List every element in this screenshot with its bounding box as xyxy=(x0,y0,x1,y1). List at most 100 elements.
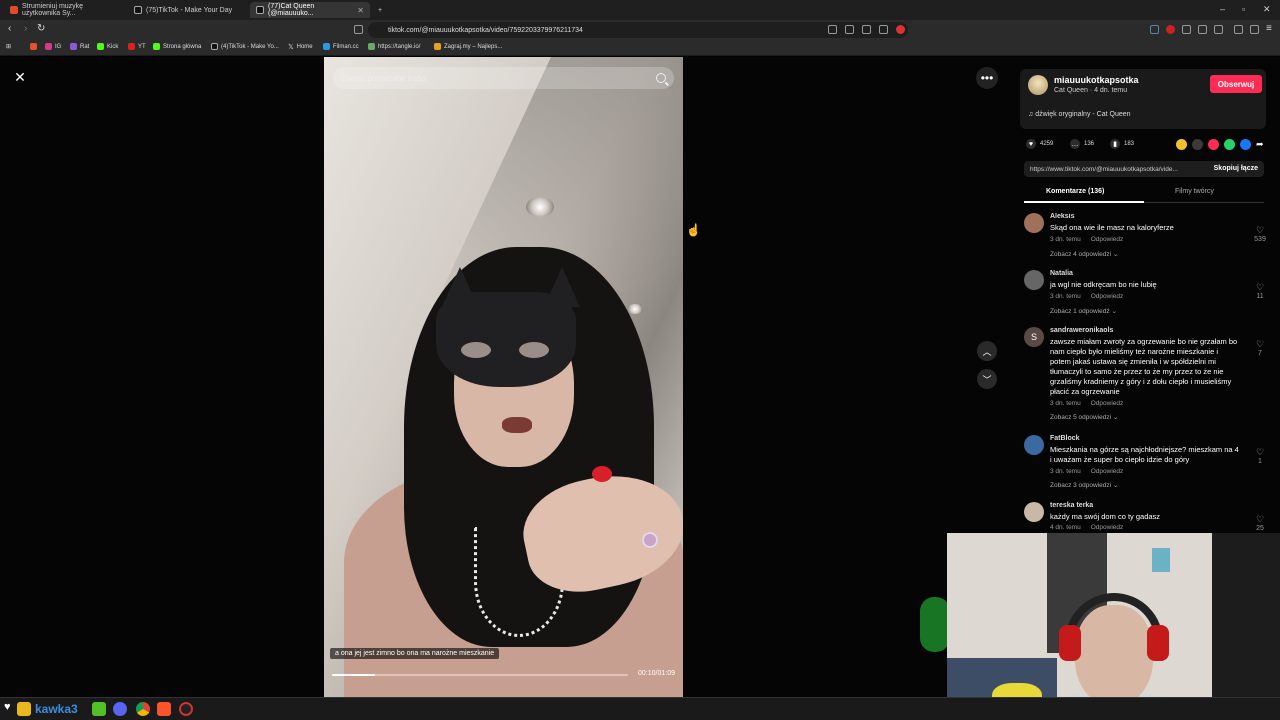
chevron-up-icon[interactable]: ︿ xyxy=(977,341,997,361)
comment-like[interactable]: ♡ 539 xyxy=(1252,225,1268,243)
comment-username[interactable]: Aleksis xyxy=(1050,213,1075,220)
comment-username[interactable]: FatBlock xyxy=(1050,435,1080,442)
close-icon[interactable]: ✕ xyxy=(357,6,364,15)
share-icon[interactable]: ➦ xyxy=(1256,139,1267,150)
bookmark-item[interactable]: https://tangle.io/ xyxy=(368,43,420,50)
share-page-icon[interactable] xyxy=(879,25,888,34)
avatar[interactable] xyxy=(1024,270,1044,290)
webcam-poster xyxy=(1152,548,1170,572)
view-replies-button[interactable]: Zobacz 5 odpowiedzi ⌄ xyxy=(1050,413,1118,421)
avatar[interactable] xyxy=(1028,75,1048,95)
reply-button[interactable]: Odpowiedz xyxy=(1091,468,1124,475)
bookmark-item[interactable]: Strona główna xyxy=(153,43,201,50)
comment-username[interactable]: tereska terka xyxy=(1050,502,1093,509)
author-username[interactable]: miauuukotkapsotka xyxy=(1054,75,1139,85)
bookmark-item[interactable]: Kick xyxy=(97,43,118,50)
send-icon[interactable] xyxy=(1208,139,1219,150)
bookmark-item[interactable]: Rat xyxy=(70,43,89,50)
video-link-box[interactable]: https://www.tiktok.com/@miauuukotkapsotk… xyxy=(1024,161,1264,177)
heart-icon[interactable]: ♥ xyxy=(4,701,18,715)
sidebar-icon[interactable] xyxy=(1214,25,1223,34)
view-replies-button[interactable]: Zobacz 3 odpowiedzi ⌄ xyxy=(1050,481,1118,489)
avatar[interactable] xyxy=(1024,213,1044,233)
comment-stat[interactable]: … 136 xyxy=(1070,139,1094,149)
bookmark-item[interactable]: YT xyxy=(128,43,146,50)
avatar[interactable] xyxy=(1024,502,1044,522)
obs-icon[interactable] xyxy=(179,702,193,716)
like-stat[interactable]: ♥ 4259 xyxy=(1026,139,1053,149)
app-icon[interactable] xyxy=(92,702,106,716)
comment-username[interactable]: sandraweronikaols xyxy=(1050,327,1113,334)
bookmark-item[interactable]: Zagraj.my – Najleps... xyxy=(434,43,502,50)
brave-icon[interactable] xyxy=(157,702,171,716)
view-replies-button[interactable]: Zobacz 4 odpowiedzi ⌄ xyxy=(1050,250,1118,258)
tab-spotify[interactable]: Strumieniuj muzykę użytkownika Sy... xyxy=(4,2,122,18)
extension-icon[interactable] xyxy=(828,25,837,34)
follow-button[interactable]: Obserwuj xyxy=(1210,75,1262,93)
copy-link-button[interactable]: Skopiuj łącze xyxy=(1214,165,1258,172)
tab-tiktok[interactable]: (75)TikTok - Make Your Day xyxy=(128,2,246,18)
view-replies-button[interactable]: Zobacz 1 odpowiedź ⌄ xyxy=(1050,307,1117,315)
extension-icon[interactable] xyxy=(1182,25,1191,34)
close-icon[interactable]: ✕ xyxy=(10,67,30,87)
brave-shield-icon[interactable] xyxy=(896,25,905,34)
video-player[interactable]: Znajdź powiązane treści a ona jej jest z… xyxy=(324,57,683,697)
facebook-icon[interactable] xyxy=(1240,139,1251,150)
bookmark-page-icon[interactable] xyxy=(354,25,363,34)
reply-button[interactable]: Odpowiedz xyxy=(1091,524,1124,531)
vpn-icon[interactable] xyxy=(1250,25,1259,34)
close-window-icon[interactable]: ✕ xyxy=(1263,4,1271,15)
minimize-icon[interactable]: – xyxy=(1220,4,1225,14)
reload-icon[interactable]: ↻ xyxy=(37,23,45,34)
reply-button[interactable]: Odpowiedz xyxy=(1091,400,1124,407)
reply-button[interactable]: Odpowiedz xyxy=(1091,236,1124,243)
extension-icon[interactable] xyxy=(845,25,854,34)
tab-comments[interactable]: Komentarze (136) xyxy=(1046,188,1104,195)
avatar[interactable] xyxy=(1024,435,1044,455)
comment-like[interactable]: ♡ 11 xyxy=(1252,282,1268,300)
bookmark-item[interactable] xyxy=(30,43,37,50)
translate-icon[interactable] xyxy=(862,25,871,34)
sound-link[interactable]: ♫ dźwięk oryginalny - Cat Queen xyxy=(1028,111,1131,118)
audio-icon[interactable] xyxy=(1150,25,1159,34)
extension-icon[interactable] xyxy=(1166,25,1175,34)
maximize-icon[interactable]: ▫ xyxy=(1242,4,1245,14)
save-stat[interactable]: ▮ 183 xyxy=(1110,139,1134,149)
embed-icon[interactable] xyxy=(1192,139,1203,150)
bookmark-item[interactable]: Filman.cc xyxy=(323,43,359,50)
bookmark-item[interactable]: (4)TikTok - Make Yo... xyxy=(211,43,279,50)
video-progress-bar[interactable] xyxy=(332,674,628,676)
new-tab-button[interactable]: + xyxy=(372,2,386,18)
chrome-icon[interactable] xyxy=(136,702,150,716)
favicon-icon xyxy=(323,43,330,50)
bookmark-label: Kick xyxy=(107,43,119,50)
tab-creator-videos[interactable]: Filmy twórcy xyxy=(1175,188,1214,195)
comment-username[interactable]: Natalia xyxy=(1050,270,1073,277)
menu-icon[interactable]: ≡ xyxy=(1266,23,1272,34)
forward-icon[interactable]: › xyxy=(24,23,27,34)
search-icon[interactable] xyxy=(656,73,666,83)
related-search-input[interactable]: Znajdź powiązane treści xyxy=(333,67,674,89)
bookmark-item[interactable]: IG xyxy=(45,43,61,50)
reply-button[interactable]: Odpowiedz xyxy=(1091,293,1124,300)
avatar[interactable]: S xyxy=(1024,327,1044,347)
back-icon[interactable]: ‹ xyxy=(8,23,11,34)
more-icon[interactable]: ••• xyxy=(976,67,998,89)
whatsapp-icon[interactable] xyxy=(1224,139,1235,150)
music-icon[interactable] xyxy=(1234,25,1243,34)
discord-icon[interactable] xyxy=(113,702,127,716)
chevron-down-icon[interactable]: ﹀ xyxy=(977,369,997,389)
comment-like[interactable]: ♡ 7 xyxy=(1252,339,1268,357)
app-icon[interactable] xyxy=(17,702,31,716)
bookmark-item[interactable]: 𝕏 Home xyxy=(288,43,313,51)
tab-cat-queen[interactable]: (77)Cat Queen (@miauuuko... ✕ xyxy=(250,2,370,18)
apps-icon[interactable]: ⊞ xyxy=(6,43,11,50)
repost-icon[interactable] xyxy=(1176,139,1187,150)
video-caption: a ona jej jest zimno bo ona ma narożne m… xyxy=(330,648,500,659)
view-replies-label: Zobacz 3 odpowiedzi xyxy=(1050,482,1112,489)
comment-like[interactable]: ♡ 25 xyxy=(1252,514,1268,532)
comment-like[interactable]: ♡ 1 xyxy=(1252,447,1268,465)
headset-earcup xyxy=(1059,625,1081,661)
puzzle-icon[interactable] xyxy=(1198,25,1207,34)
address-bar[interactable]: tiktok.com/@miauuukotkapsotka/video/7592… xyxy=(368,22,908,38)
